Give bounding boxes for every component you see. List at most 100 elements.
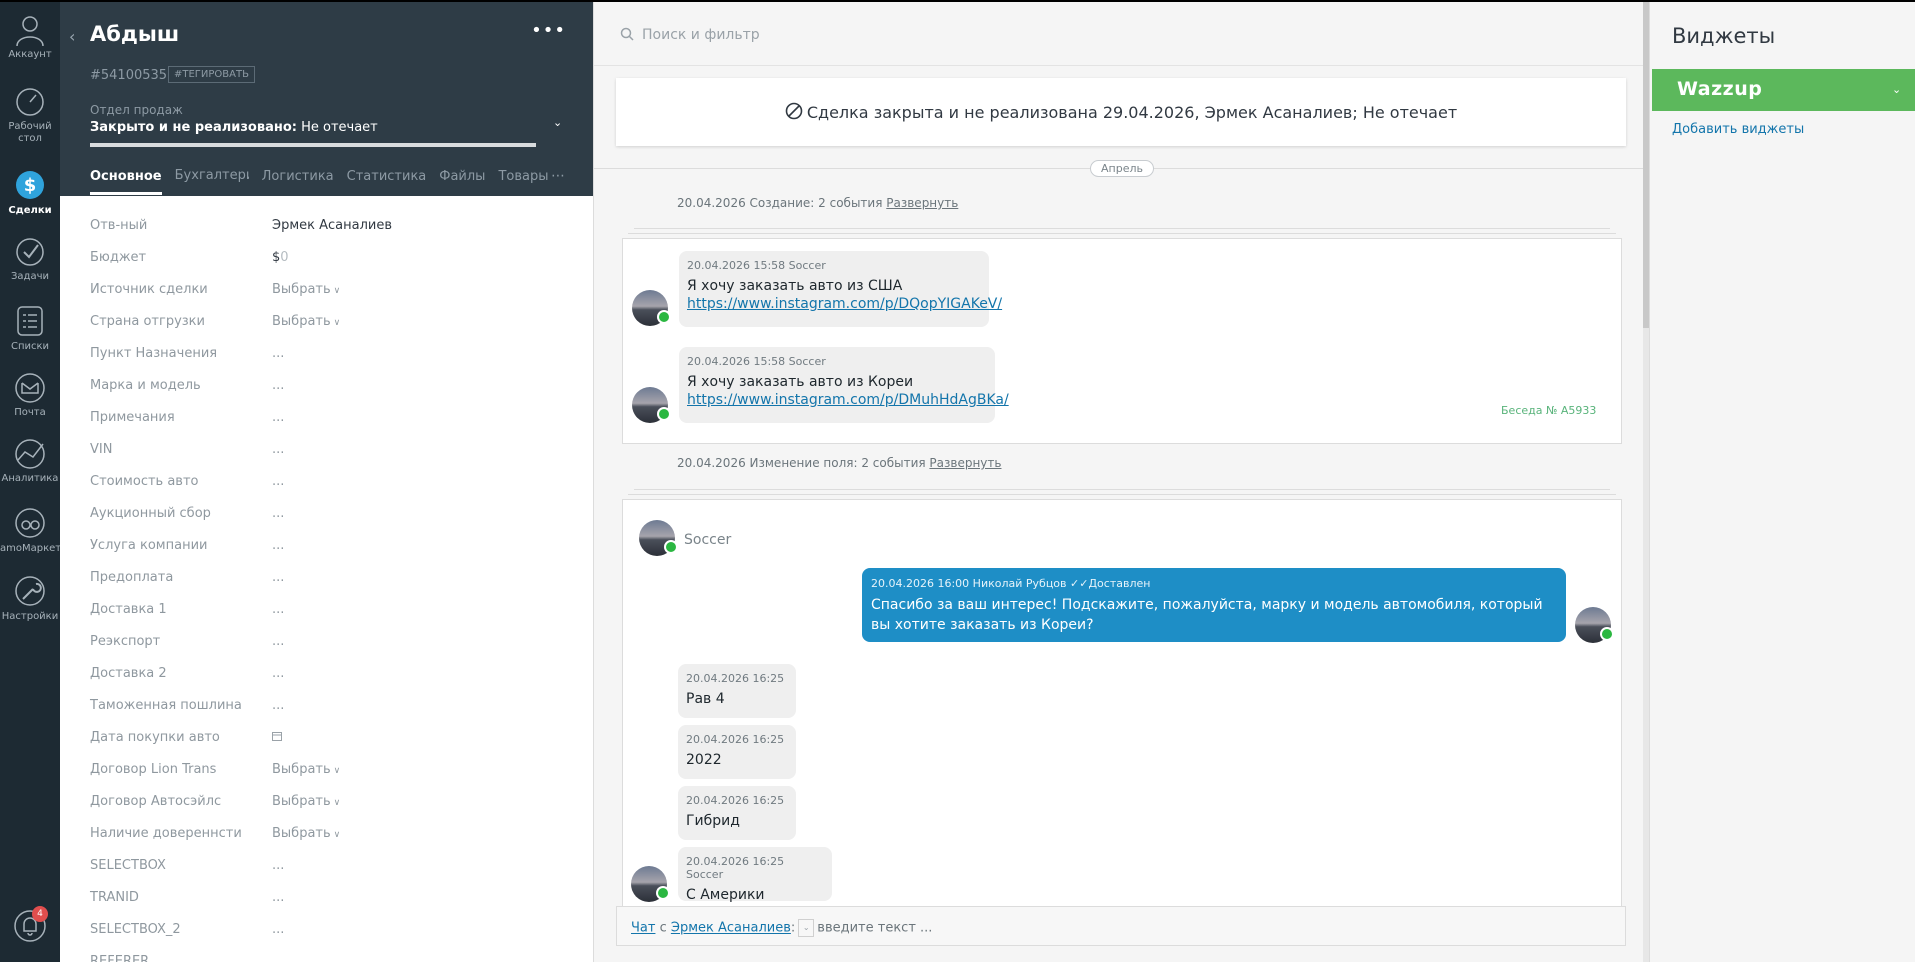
nav-item-deals[interactable]: $ Сделки	[0, 168, 60, 217]
message-text: Гибрид	[686, 813, 740, 829]
nav-item-dashboard[interactable]: Рабочий стол	[0, 86, 60, 145]
field-row: Страна отгрузки Выбрать ∨	[60, 308, 594, 340]
chat-composer[interactable]: Чат с Эрмек Асаналиев: ⌄ введите текст ...	[616, 906, 1626, 946]
calendar-icon[interactable]	[272, 730, 282, 745]
dollar-coin-icon: $	[16, 171, 44, 199]
chat-contact-link[interactable]: Эрмек Асаналиев	[671, 921, 791, 936]
card-tabs: Основное Бухгалтерия Логистика Статистика Фа…	[90, 168, 562, 196]
field-value[interactable]: ...	[272, 506, 284, 521]
field-row: Примечания...	[60, 404, 594, 436]
field-value-text: ...	[272, 442, 285, 457]
market-icon	[15, 508, 45, 538]
tab-accounting[interactable]: Бухгалтерия	[175, 168, 249, 191]
chat-colon: :	[790, 920, 796, 936]
wazzup-widget[interactable]: Wazzup ⌄	[1652, 69, 1915, 111]
tag-button[interactable]: #ТЕГИРОВАТЬ	[168, 66, 255, 83]
field-value[interactable]: Выбрать ∨	[272, 794, 340, 809]
tab-files[interactable]: Файлы	[439, 169, 485, 192]
field-value-text: ...	[272, 506, 285, 521]
chevron-down-icon[interactable]: ⌄	[1892, 83, 1901, 96]
nav-item-mail[interactable]: Почта	[0, 372, 60, 419]
field-value[interactable]: Выбрать ∨	[272, 314, 340, 329]
message-group: 20.04.2026 15:58 Soccer Я хочу заказать …	[622, 238, 1622, 444]
expand-link[interactable]: Развернуть	[886, 196, 958, 210]
event-group-title: 20.04.2026 Создание: 2 события	[677, 196, 883, 210]
svg-text:$: $	[24, 175, 37, 196]
back-arrow-icon[interactable]: ‹	[69, 27, 75, 46]
field-value[interactable]: ...	[272, 346, 284, 361]
nav-item-market[interactable]: amoМаркет	[0, 506, 61, 555]
field-value[interactable]: ...	[272, 922, 284, 937]
nav-item-account[interactable]: Аккаунт	[0, 12, 60, 61]
field-value[interactable]: ...	[272, 442, 284, 457]
conversation-number[interactable]: Беседа № A5933	[1501, 404, 1596, 417]
field-label: Марка и модель	[90, 378, 201, 393]
field-row: Стоимость авто...	[60, 468, 594, 500]
tab-logistics[interactable]: Логистика	[262, 169, 334, 192]
incoming-message: 20.04.2026 16:25 Рав 4	[678, 664, 796, 718]
tab-products[interactable]: Товары	[498, 169, 548, 192]
field-value[interactable]: Выбрать ∨	[272, 282, 340, 297]
notifications-button[interactable]: 4	[0, 906, 60, 948]
field-row: SELECTBOX...	[60, 852, 594, 884]
field-row: Доставка 1...	[60, 596, 594, 628]
search-input[interactable]: Поиск и фильтр	[642, 27, 760, 43]
expand-link[interactable]: Развернуть	[929, 456, 1001, 470]
field-value[interactable]: ...	[272, 378, 284, 393]
status-select[interactable]: Закрыто и не реализовано: Не отечает	[90, 120, 378, 135]
message-link[interactable]: https://www.instagram.com/p/DQopYIGAKeV/	[687, 296, 1002, 312]
nav-item-analytics[interactable]: Аналитика	[0, 438, 60, 485]
field-value[interactable]: ...	[272, 410, 284, 425]
field-value[interactable]: ...	[272, 858, 284, 873]
chat-type-link[interactable]: Чат	[631, 921, 655, 936]
field-value[interactable]: Выбрать ∨	[272, 826, 340, 841]
field-value[interactable]: ...	[272, 634, 284, 649]
field-label: SELECTBOX_2	[90, 922, 181, 937]
field-value[interactable]: Выбрать ∨	[272, 762, 340, 777]
whatsapp-icon	[1600, 627, 1614, 641]
tab-main[interactable]: Основное	[90, 169, 162, 195]
pipeline-name: Отдел продаж	[90, 103, 183, 117]
field-value[interactable]: ...	[272, 538, 284, 553]
chat-input[interactable]: введите текст ...	[817, 921, 932, 936]
field-row: Услуга компании...	[60, 532, 594, 564]
message-meta: 20.04.2026 15:58 Soccer	[687, 355, 826, 368]
field-value[interactable]: ...	[272, 474, 284, 489]
field-value[interactable]: ...	[272, 890, 284, 905]
deal-id: #54100535	[90, 68, 168, 83]
nav-item-settings[interactable]: Настройки	[0, 574, 60, 623]
deal-title[interactable]: Абдыш	[90, 22, 179, 46]
chevron-down-icon[interactable]: ⌄	[798, 919, 815, 937]
field-value[interactable]: Эрмек Асаналиев	[272, 218, 392, 233]
field-row: TRANID...	[60, 884, 594, 916]
field-value[interactable]: $0	[272, 250, 289, 265]
field-label: Дата покупки авто	[90, 730, 220, 745]
nav-item-lists[interactable]: Списки	[0, 304, 60, 353]
field-value-text: Выбрать	[272, 314, 331, 329]
field-value[interactable]: ...	[272, 698, 284, 713]
field-value[interactable]: ...	[272, 666, 284, 681]
field-row: Предоплата...	[60, 564, 594, 596]
field-value-text: ...	[272, 698, 285, 713]
tabs-more-icon[interactable]: ⋯	[551, 168, 565, 184]
tab-statistics[interactable]: Статистика	[347, 169, 427, 192]
field-value-text: ...	[272, 922, 285, 937]
nav-label-lists: Списки	[10, 341, 50, 352]
chevron-down-icon[interactable]: ⌄	[553, 116, 562, 129]
search-bar[interactable]: Поиск и фильтр	[594, 2, 1643, 66]
month-label: Апрель	[1090, 160, 1154, 177]
field-value[interactable]: ...	[272, 570, 284, 585]
message-link[interactable]: https://www.instagram.com/p/DMuhHdAgBKa/	[687, 392, 1009, 408]
widgets-panel: Виджеты Wazzup ⌄ Добавить виджеты	[1649, 2, 1915, 962]
nav-label-settings: Настройки	[1, 611, 59, 622]
deal-closed-notice: Сделка закрыта и не реализована 29.04.20…	[616, 78, 1626, 146]
field-label: Пункт Назначения	[90, 346, 218, 361]
field-value[interactable]: ...	[272, 602, 284, 617]
nav-item-tasks[interactable]: Задачи	[0, 236, 60, 283]
field-row: Договор Автосэйлс Выбрать ∨	[60, 788, 594, 820]
field-label: Договор Lion Trans	[90, 762, 217, 777]
add-widgets-link[interactable]: Добавить виджеты	[1672, 122, 1804, 137]
incoming-message: 20.04.2026 15:58 Soccer Я хочу заказать …	[679, 251, 1002, 327]
field-label: Договор Автосэйлс	[90, 794, 222, 809]
more-menu-icon[interactable]: •••	[531, 20, 566, 41]
